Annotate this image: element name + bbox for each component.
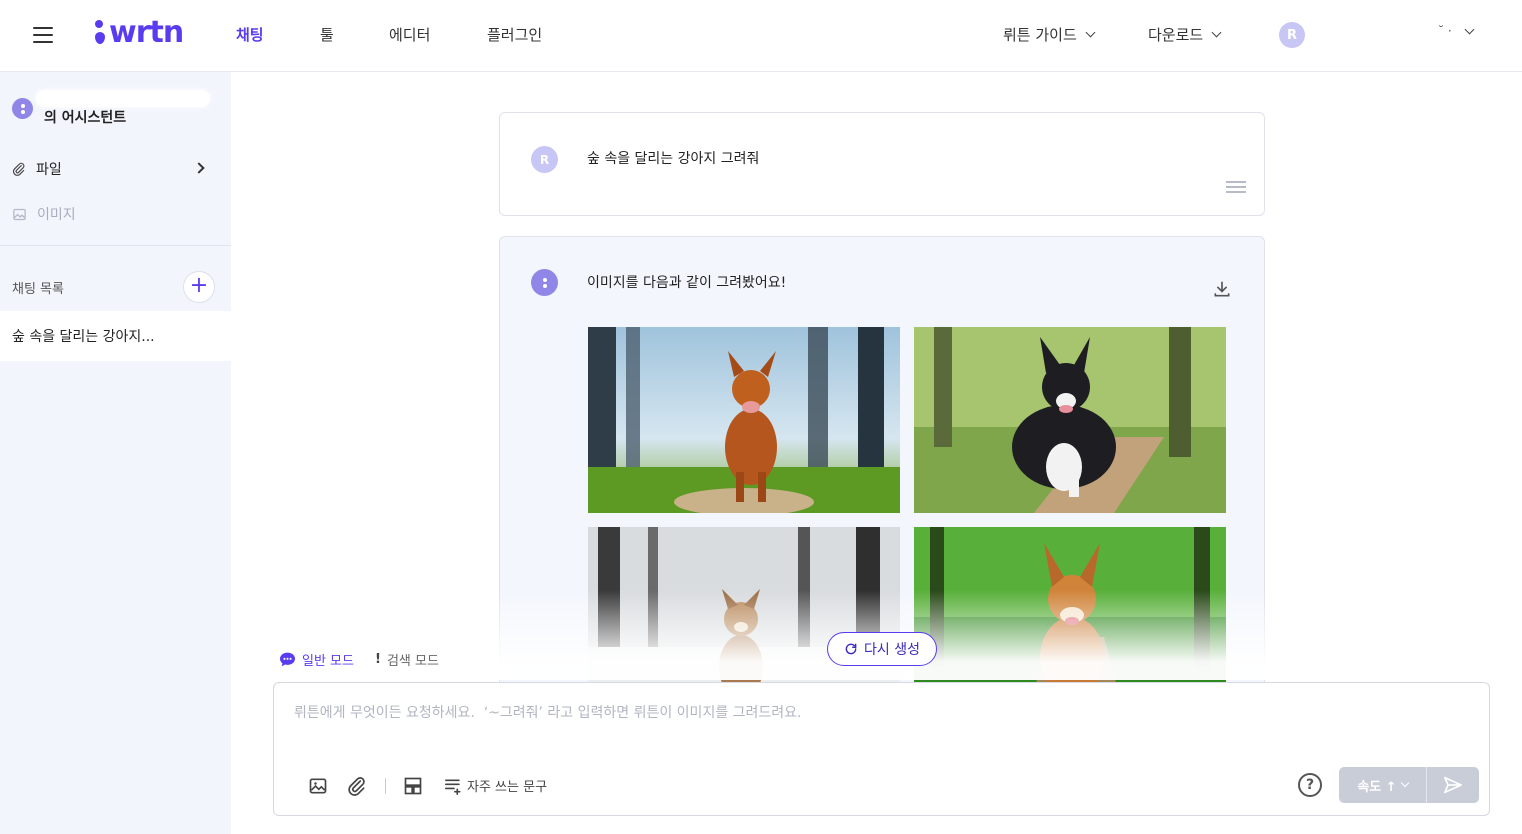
normal-mode-label: 일반 모드: [302, 654, 354, 669]
generated-image[interactable]: [588, 527, 900, 695]
assistant-icon: [12, 98, 33, 119]
ai-message-text: 이미지를 다음과 같이 그려봤어요!: [587, 275, 787, 291]
image-upload-icon[interactable]: [308, 776, 328, 796]
download-label: 다운로드: [1148, 26, 1204, 44]
send-group: 속도 ↑: [1339, 767, 1479, 803]
nav-plugin[interactable]: 플러그인: [487, 24, 542, 45]
chevron-down-icon: [1085, 27, 1096, 38]
guide-dropdown[interactable]: 뤼튼 가이드: [1003, 24, 1096, 45]
prompt-input[interactable]: [294, 705, 1464, 721]
send-button[interactable]: [1427, 767, 1479, 803]
image-icon: [13, 208, 26, 220]
toolbar-divider: [385, 778, 386, 794]
frequent-phrases-label: 자주 쓰는 문구: [467, 780, 548, 795]
paperclip-icon[interactable]: [347, 776, 367, 796]
logo-mark-icon: [95, 18, 105, 46]
chat-list-label: 채팅 목록: [12, 282, 64, 297]
generated-image[interactable]: [914, 327, 1226, 513]
search-mode-toggle[interactable]: ! 검색 모드: [375, 650, 439, 669]
refresh-icon: [845, 643, 857, 655]
user-menu[interactable]: ˘ ·: [1438, 24, 1475, 38]
sidebar-item-images[interactable]: 이미지: [12, 204, 76, 224]
download-icon[interactable]: [1212, 279, 1232, 299]
images-label: 이미지: [37, 207, 76, 223]
user-avatar[interactable]: R: [1279, 22, 1305, 48]
redacted-name: [36, 90, 210, 107]
normal-mode-toggle[interactable]: 일반 모드: [279, 650, 354, 669]
chevron-down-icon: [1211, 27, 1222, 38]
regenerate-button[interactable]: 다시 생성: [827, 632, 937, 666]
nav-chat[interactable]: 채팅: [236, 24, 264, 45]
divider: [0, 245, 231, 246]
top-header: wrtn 채팅 툴 에디터 플러그인 뤼튼 가이드 다운로드 R ˘ ·: [0, 0, 1522, 72]
files-label: 파일: [36, 162, 62, 178]
user-message-text: 숲 속을 달리는 강아지 그려줘: [587, 151, 760, 167]
help-button[interactable]: ?: [1298, 773, 1322, 797]
sidebar: 의 어시스턴트 파일 이미지 채팅 목록 + 숲 속을 달리는 강아지...: [0, 72, 231, 834]
speed-label: 속도 ↑: [1357, 779, 1397, 795]
search-mode-icon: !: [375, 652, 381, 667]
chevron-right-icon[interactable]: [193, 162, 205, 174]
user-message-avatar: R: [531, 146, 558, 173]
frequent-phrases-button[interactable]: 자주 쓰는 문구: [444, 776, 547, 795]
send-icon: [1444, 776, 1462, 794]
nav-editor[interactable]: 에디터: [389, 24, 430, 45]
layout-icon[interactable]: [403, 776, 423, 796]
assistant-label: 의 어시스턴트: [44, 110, 127, 126]
chevron-down-icon: [1400, 778, 1409, 788]
ai-message: 이미지를 다음과 같이 그려봤어요!: [499, 236, 1265, 696]
user-message: R 숲 속을 달리는 강아지 그려줘: [499, 112, 1265, 216]
regenerate-label: 다시 생성: [864, 642, 920, 658]
assistant-icon: [531, 269, 558, 296]
guide-label: 뤼튼 가이드: [1003, 26, 1077, 44]
chat-bubble-icon: [280, 652, 295, 667]
phrase-list-icon: [445, 778, 461, 795]
new-chat-button[interactable]: +: [183, 271, 215, 303]
search-mode-label: 검색 모드: [386, 654, 439, 669]
user-name: ˘ ·: [1438, 24, 1452, 38]
wrtn-logo[interactable]: wrtn: [95, 14, 184, 50]
generated-image[interactable]: [588, 327, 900, 513]
chevron-down-icon: [1464, 24, 1475, 34]
download-dropdown[interactable]: 다운로드: [1148, 24, 1222, 45]
speed-selector[interactable]: 속도 ↑: [1339, 767, 1427, 803]
menu-icon[interactable]: [33, 27, 53, 43]
add-to-phrases-icon[interactable]: [1226, 181, 1246, 197]
generated-image[interactable]: [914, 527, 1226, 695]
chat-list-item[interactable]: 숲 속을 달리는 강아지...: [0, 311, 231, 361]
sidebar-item-files[interactable]: 파일: [12, 159, 62, 179]
paperclip-icon: [12, 162, 25, 176]
nav-tools[interactable]: 툴: [320, 24, 334, 45]
prompt-box: 자주 쓰는 문구 ? 속도 ↑: [273, 682, 1490, 816]
